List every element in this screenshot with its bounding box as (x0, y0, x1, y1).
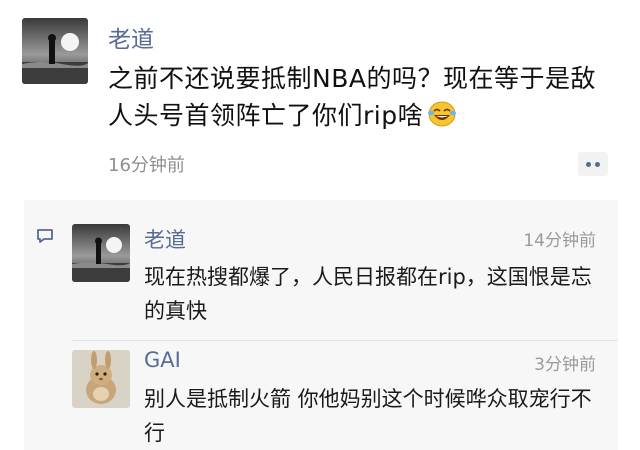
author-avatar[interactable] (22, 18, 88, 84)
comment-timestamp: 3分钟前 (534, 355, 596, 375)
post-timestamp: 16分钟前 (108, 155, 185, 176)
comment-icon (37, 229, 53, 243)
post-content: 之前不还说要抵制NBA的吗？现在等于是敌人头号首领阵亡了你们rip啥 (108, 60, 613, 134)
commenter-avatar[interactable] (72, 224, 130, 282)
comment-text[interactable]: 现在热搜都爆了，人民日报都在rip，这国恨是忘的真快 (144, 260, 604, 328)
avatar-image (72, 350, 130, 408)
comment-timestamp: 14分钟前 (523, 231, 596, 251)
moment-post: 老道 之前不还说要抵制NBA的吗？现在等于是敌人头号首领阵亡了你们rip啥 16… (0, 0, 640, 200)
more-options-button[interactable] (578, 152, 608, 176)
avatar-image (22, 18, 88, 84)
comment-text[interactable]: 别人是抵制火箭 你他妈别这个时候哗众取宠行不行 (144, 382, 604, 450)
commenter-name[interactable]: 老道 (144, 224, 186, 254)
commenter-avatar[interactable] (72, 350, 130, 408)
dot-icon (586, 161, 591, 167)
dot-icon (595, 161, 600, 167)
commenter-name[interactable]: GAI (144, 348, 181, 372)
comment-divider (72, 340, 618, 341)
author-name[interactable]: 老道 (108, 20, 154, 54)
avatar-image (72, 224, 130, 282)
post-text: 之前不还说要抵制NBA的吗？现在等于是敌人头号首领阵亡了你们rip啥 (108, 64, 596, 130)
laugh-tears-icon (427, 100, 457, 128)
comments-section: 老道 14分钟前 现在热搜都爆了，人民日报都在rip，这国恨是忘的真快 GAI … (24, 200, 618, 450)
